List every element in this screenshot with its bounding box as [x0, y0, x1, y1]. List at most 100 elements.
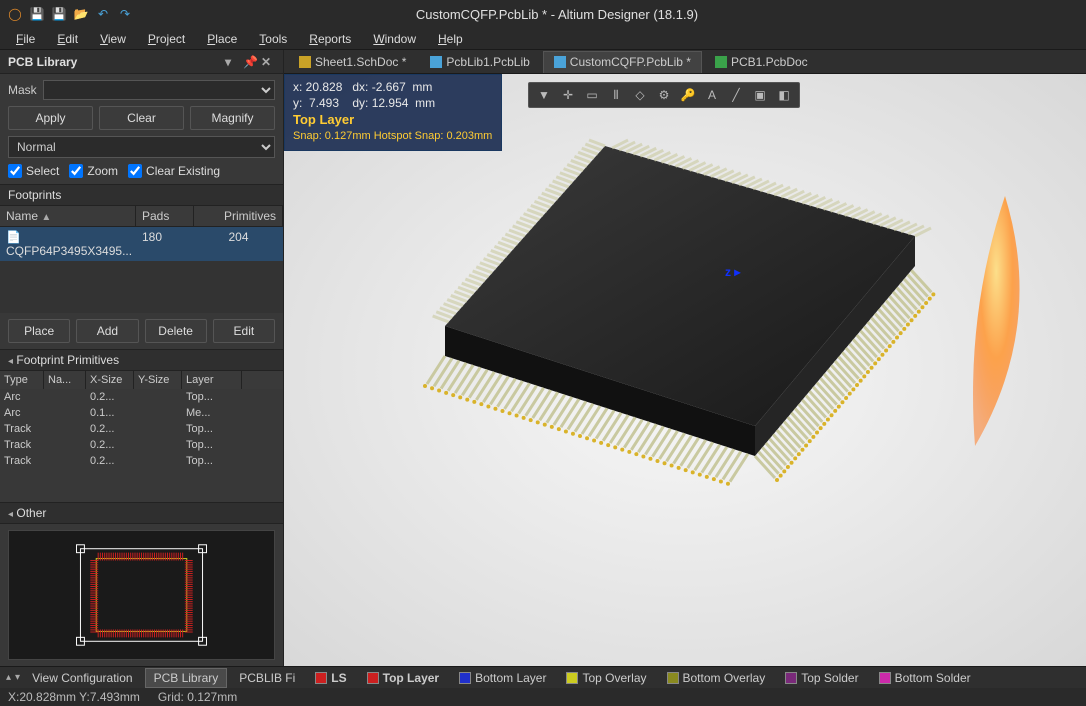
- menu-reports[interactable]: Reports: [299, 30, 361, 48]
- zoom-checkbox[interactable]: Zoom: [69, 164, 118, 178]
- add-button[interactable]: Add: [76, 319, 138, 343]
- doc-tab-label: PCB1.PcbDoc: [731, 55, 808, 69]
- doc-icon: [430, 56, 442, 68]
- undo-icon[interactable]: ↶: [94, 5, 112, 23]
- down-arrow-icon[interactable]: ▾: [15, 672, 20, 683]
- key-icon[interactable]: 🔑: [677, 84, 699, 106]
- pcol-xsize[interactable]: X-Size: [86, 371, 134, 389]
- 3d-viewport[interactable]: x: 20.828 dx: -2.667 mm y: 7.493 dy: 12.…: [284, 74, 1086, 666]
- status-xy: X:20.828mm Y:7.493mm: [8, 690, 140, 704]
- pcol-type[interactable]: Type: [0, 371, 44, 389]
- mask-label: Mask: [8, 83, 37, 97]
- magnify-button[interactable]: Magnify: [190, 106, 275, 130]
- layer-label: Top Overlay: [582, 671, 646, 685]
- close-icon[interactable]: ✕: [261, 55, 275, 69]
- layer-label: Bottom Solder: [895, 671, 971, 685]
- image-icon[interactable]: ▣: [749, 84, 771, 106]
- place-button[interactable]: Place: [8, 319, 70, 343]
- primitive-row[interactable]: Track0.2...Top...: [0, 421, 283, 437]
- layer-tab-2[interactable]: Bottom Layer: [451, 668, 554, 688]
- pcblib-fi-tab[interactable]: PCBLIB Fi: [231, 668, 303, 688]
- col-prims[interactable]: Primitives: [194, 206, 283, 226]
- pcol-name[interactable]: Na...: [44, 371, 86, 389]
- mode-select[interactable]: Normal: [8, 136, 275, 158]
- other-header[interactable]: ◂ Other: [0, 502, 283, 524]
- menu-file[interactable]: File: [6, 30, 45, 48]
- crop-icon[interactable]: ◧: [773, 84, 795, 106]
- redo-icon[interactable]: ↷: [116, 5, 134, 23]
- doc-tab-label: CustomCQFP.PcbLib *: [570, 55, 691, 69]
- pin-icon[interactable]: 📌: [243, 55, 257, 69]
- pcol-layer[interactable]: Layer: [182, 371, 242, 389]
- save-all-icon[interactable]: 💾: [50, 5, 68, 23]
- layer-swatch: [459, 672, 471, 684]
- open-icon[interactable]: 📂: [72, 5, 90, 23]
- align-icon[interactable]: ⫴: [605, 84, 627, 106]
- mask-select[interactable]: [43, 80, 275, 100]
- layer-label: Bottom Overlay: [683, 671, 766, 685]
- layer-swatch: [566, 672, 578, 684]
- move-icon[interactable]: ✛: [557, 84, 579, 106]
- menu-edit[interactable]: Edit: [47, 30, 88, 48]
- layer-label: Bottom Layer: [475, 671, 546, 685]
- menu-help[interactable]: Help: [428, 30, 473, 48]
- menu-project[interactable]: Project: [138, 30, 195, 48]
- fp-prim-header[interactable]: ◂ Footprint Primitives: [0, 349, 283, 371]
- pcb-library-tab[interactable]: PCB Library: [145, 668, 228, 688]
- view-toolbar: ▼ ✛ ▭ ⫴ ◇ ⚙ 🔑 A ╱ ▣ ◧: [528, 82, 800, 108]
- up-arrow-icon[interactable]: ▴: [6, 672, 11, 683]
- svg-text:z ▸: z ▸: [725, 265, 741, 279]
- text-icon[interactable]: A: [701, 84, 723, 106]
- layer-label: Top Layer: [383, 671, 439, 685]
- coord-x: x: 20.828 dx: -2.667 mm: [293, 79, 493, 95]
- layer-tab-4[interactable]: Bottom Overlay: [659, 668, 774, 688]
- pcol-ysize[interactable]: Y-Size: [134, 371, 182, 389]
- doc-icon: [299, 56, 311, 68]
- doc-tab-0[interactable]: Sheet1.SchDoc *: [288, 51, 417, 73]
- layer-label: LS: [331, 671, 346, 685]
- save-icon[interactable]: 💾: [28, 5, 46, 23]
- edit-button[interactable]: Edit: [213, 319, 275, 343]
- view-config-tab[interactable]: View Configuration: [24, 668, 141, 688]
- clear-existing-checkbox[interactable]: Clear Existing: [128, 164, 220, 178]
- select-checkbox[interactable]: Select: [8, 164, 59, 178]
- menu-window[interactable]: Window: [363, 30, 426, 48]
- app-icon: ◯: [6, 5, 24, 23]
- doc-tab-label: PcbLib1.PcbLib: [446, 55, 529, 69]
- layer-swatch: [785, 672, 797, 684]
- filter-icon[interactable]: ▼: [533, 84, 555, 106]
- panel-title: PCB Library: [8, 55, 77, 69]
- layer-tab-1[interactable]: Top Layer: [359, 668, 447, 688]
- footprint-row[interactable]: 📄 CQFP64P3495X3495...180204: [0, 227, 283, 261]
- primitive-row[interactable]: Arc0.1...Me...: [0, 405, 283, 421]
- primitive-row[interactable]: Track0.2...Top...: [0, 437, 283, 453]
- menu-place[interactable]: Place: [197, 30, 247, 48]
- layer-swatch: [879, 672, 891, 684]
- col-pads[interactable]: Pads: [136, 206, 194, 226]
- menu-view[interactable]: View: [90, 30, 136, 48]
- footprints-header: Footprints: [0, 184, 283, 206]
- layer-tab-5[interactable]: Top Solder: [777, 668, 866, 688]
- gear-icon[interactable]: ⚙: [653, 84, 675, 106]
- doc-icon: [554, 56, 566, 68]
- doc-tab-2[interactable]: CustomCQFP.PcbLib *: [543, 51, 702, 73]
- snap-icon[interactable]: ◇: [629, 84, 651, 106]
- doc-tab-3[interactable]: PCB1.PcbDoc: [704, 51, 819, 73]
- layer-tab-3[interactable]: Top Overlay: [558, 668, 654, 688]
- menu-tools[interactable]: Tools: [249, 30, 297, 48]
- primitive-row[interactable]: Arc0.2...Top...: [0, 389, 283, 405]
- footprint-preview: [8, 530, 275, 660]
- apply-button[interactable]: Apply: [8, 106, 93, 130]
- doc-tab-1[interactable]: PcbLib1.PcbLib: [419, 51, 540, 73]
- col-name[interactable]: Name: [6, 209, 38, 223]
- layer-tab-0[interactable]: LS: [307, 668, 354, 688]
- line-icon[interactable]: ╱: [725, 84, 747, 106]
- delete-button[interactable]: Delete: [145, 319, 207, 343]
- clear-button[interactable]: Clear: [99, 106, 184, 130]
- primitive-row[interactable]: Track0.2...Top...: [0, 453, 283, 469]
- layer-swatch: [667, 672, 679, 684]
- layer-tab-6[interactable]: Bottom Solder: [871, 668, 979, 688]
- layer-label: Top Solder: [801, 671, 858, 685]
- select-rect-icon[interactable]: ▭: [581, 84, 603, 106]
- dropdown-icon[interactable]: ▾: [225, 55, 239, 69]
